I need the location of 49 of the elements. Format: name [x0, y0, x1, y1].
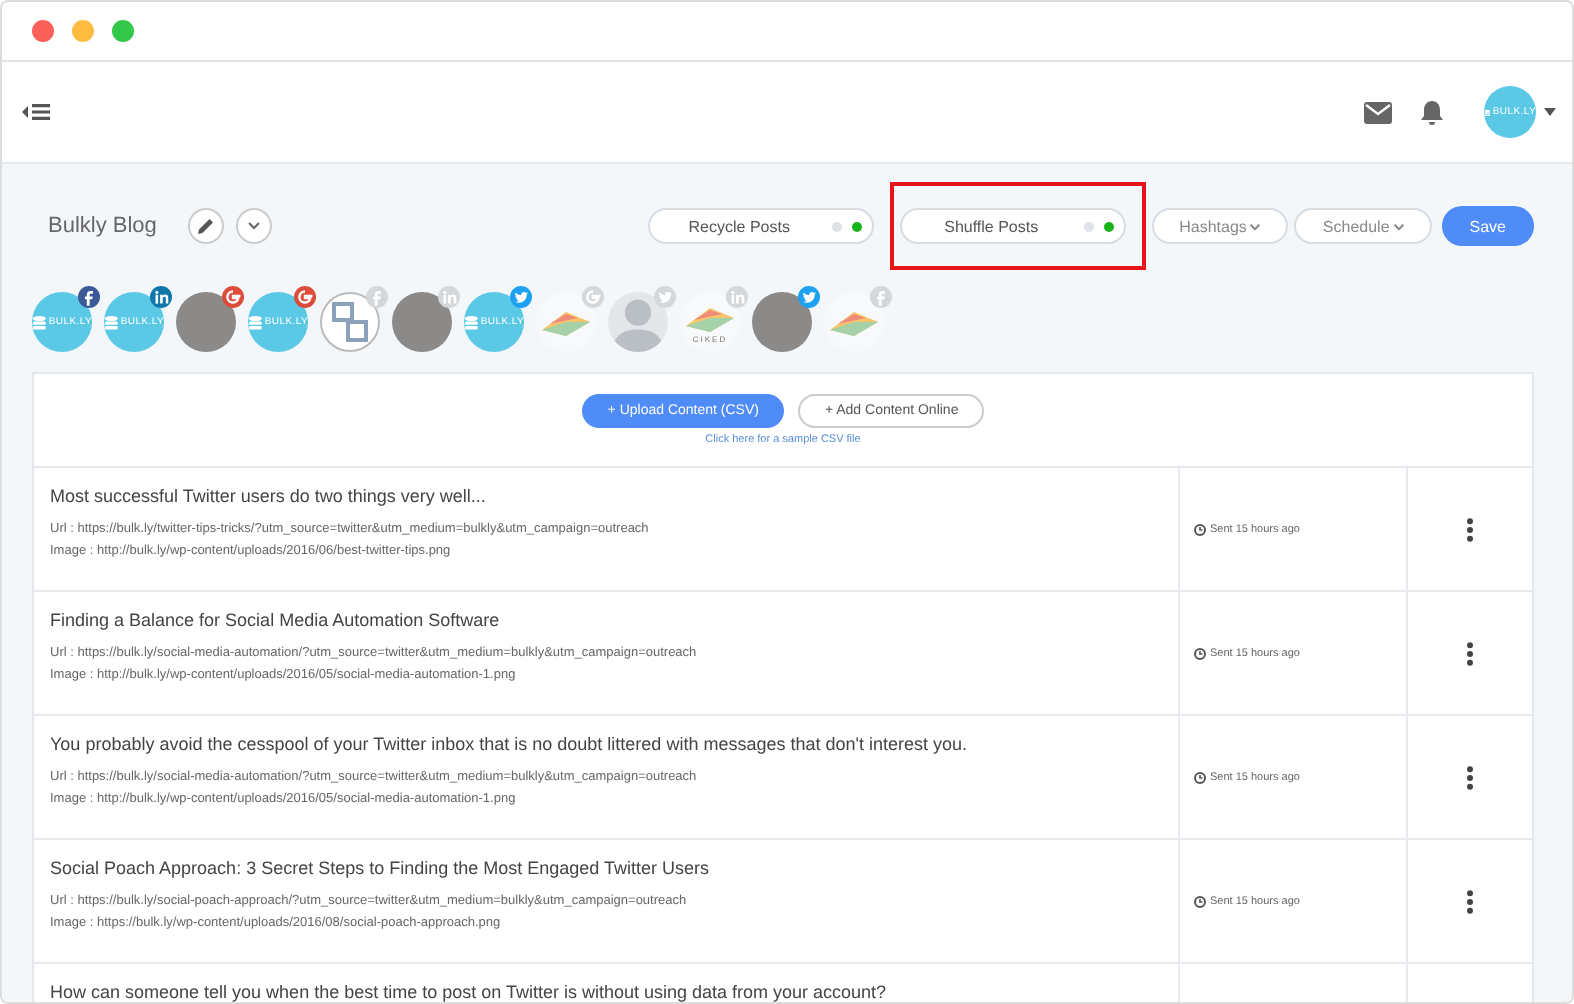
photo-placeholder[interactable] — [176, 292, 236, 352]
toggle-button[interactable]: Shuffle Posts — [899, 208, 1126, 244]
save-button[interactable]: Save — [1441, 206, 1534, 246]
monogram-icon — [328, 298, 372, 346]
toggle-button[interactable]: Recycle Posts — [647, 208, 874, 244]
toggle-switch[interactable] — [831, 221, 862, 231]
post-title: You probably avoid the cesspool of your Twitter inbox that is no doubt littered with messages that don't interest you. — [50, 734, 969, 754]
more-options-icon[interactable] — [1466, 765, 1474, 789]
database-icon — [248, 313, 263, 331]
blog-title: Bulkly Blog — [48, 214, 157, 238]
more-options-icon[interactable] — [1466, 889, 1474, 913]
artwork-icon — [538, 306, 594, 338]
caret-icon[interactable] — [1544, 108, 1556, 116]
dropdown-button[interactable]: Hashtags — [1151, 208, 1289, 244]
artwork-icon — [826, 306, 882, 338]
toggle-label: Shuffle Posts — [942, 217, 1041, 235]
bell-icon[interactable] — [1420, 99, 1444, 125]
dropdown-button[interactable]: Schedule — [1294, 208, 1432, 244]
post-title: How can someone tell you when the best time to post on Twitter is without using data from your account? — [50, 982, 889, 1002]
more-options-icon[interactable] — [1466, 641, 1474, 665]
photo-placeholder[interactable] — [392, 292, 452, 352]
expand-button[interactable] — [236, 208, 273, 244]
post-title: Social Poach Approach: 3 Secret Steps to Finding the Most Engaged Twitter Users — [50, 858, 712, 878]
chevron-icon — [1250, 223, 1261, 229]
pencil-icon — [198, 218, 215, 234]
chevron-icon — [1393, 223, 1404, 229]
database-icon — [104, 313, 119, 331]
post-title: Finding a Balance for Social Media Automation Software — [50, 610, 502, 630]
mail-icon[interactable] — [1364, 101, 1392, 123]
more-options-icon[interactable] — [1466, 517, 1474, 541]
maximize-window-dot[interactable] — [112, 20, 134, 42]
close-window-dot[interactable] — [32, 20, 54, 42]
photo-placeholder[interactable] — [752, 292, 812, 352]
chevron-icon — [248, 222, 261, 230]
minimize-window-dot[interactable] — [72, 20, 94, 42]
database-icon — [464, 313, 479, 331]
menu-icon[interactable] — [22, 102, 50, 122]
edit-button[interactable] — [188, 208, 225, 244]
clock-icon — [1194, 523, 1206, 535]
database-icon — [32, 313, 47, 331]
account-avatar[interactable] — [536, 292, 596, 352]
clock-icon — [1194, 895, 1206, 907]
account-avatar[interactable] — [824, 292, 884, 352]
toggle-label: Recycle Posts — [686, 217, 792, 235]
clock-icon — [1194, 647, 1206, 659]
post-title: Most successful Twitter users do two things very well... — [50, 486, 488, 506]
clock-icon — [1194, 771, 1206, 783]
toggle-switch[interactable] — [1083, 221, 1114, 231]
account-avatar[interactable] — [320, 292, 380, 352]
